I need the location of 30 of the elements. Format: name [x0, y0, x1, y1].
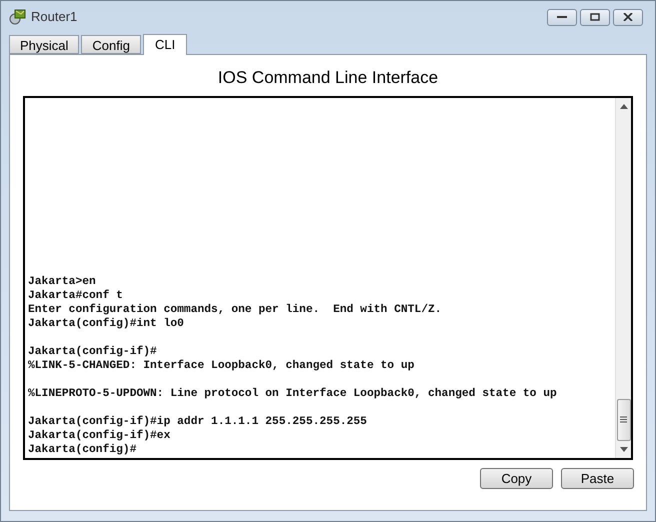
terminal-line: Jakarta(config-if)#ip addr 1.1.1.1 255.255.255.255: [28, 414, 368, 428]
tab[interactable]: CLI: [143, 34, 188, 55]
action-button[interactable]: Copy: [480, 468, 553, 488]
terminal-line: Jakarta(config-if)#ex: [28, 428, 172, 442]
terminal-line: Jakarta#conf t: [28, 288, 124, 302]
terminal-line: Jakarta(config-if)#: [28, 344, 158, 358]
maximize-icon: [590, 13, 600, 21]
grip-icon: [620, 416, 627, 423]
close-icon: [623, 13, 633, 21]
action-button[interactable]: Paste: [561, 468, 634, 488]
tab[interactable]: Physical: [9, 35, 80, 54]
minimize-icon: [557, 15, 567, 19]
terminal-line: %LINK-5-CHANGED: Interface Loopback0, changed state to up: [28, 358, 416, 372]
terminal-line: Jakarta(config)#: [28, 442, 138, 456]
panel-heading: IOS Command Line Interface: [216, 67, 440, 89]
scroll-down-icon: [620, 446, 628, 452]
close-button[interactable]: [613, 8, 643, 26]
terminal-line: Jakarta(config)#int lo0: [28, 316, 185, 330]
window-title: Router1: [31, 8, 78, 26]
scrollbar[interactable]: [615, 98, 631, 458]
minimize-button[interactable]: [547, 8, 577, 26]
terminal[interactable]: [23, 96, 633, 460]
scrollbar-thumb[interactable]: [616, 398, 630, 440]
terminal-line: Enter configuration commands, one per line. End with CNTL/Z.: [28, 302, 443, 316]
scroll-up-icon: [620, 104, 628, 108]
terminal-line: Jakarta>en: [28, 274, 97, 288]
router-icon: [9, 8, 27, 26]
tab[interactable]: Config: [81, 35, 141, 54]
maximize-button[interactable]: [580, 8, 610, 26]
terminal-line: %LINEPROTO-5-UPDOWN: Line protocol on Interface Loopback0, changed state to up: [28, 386, 558, 400]
